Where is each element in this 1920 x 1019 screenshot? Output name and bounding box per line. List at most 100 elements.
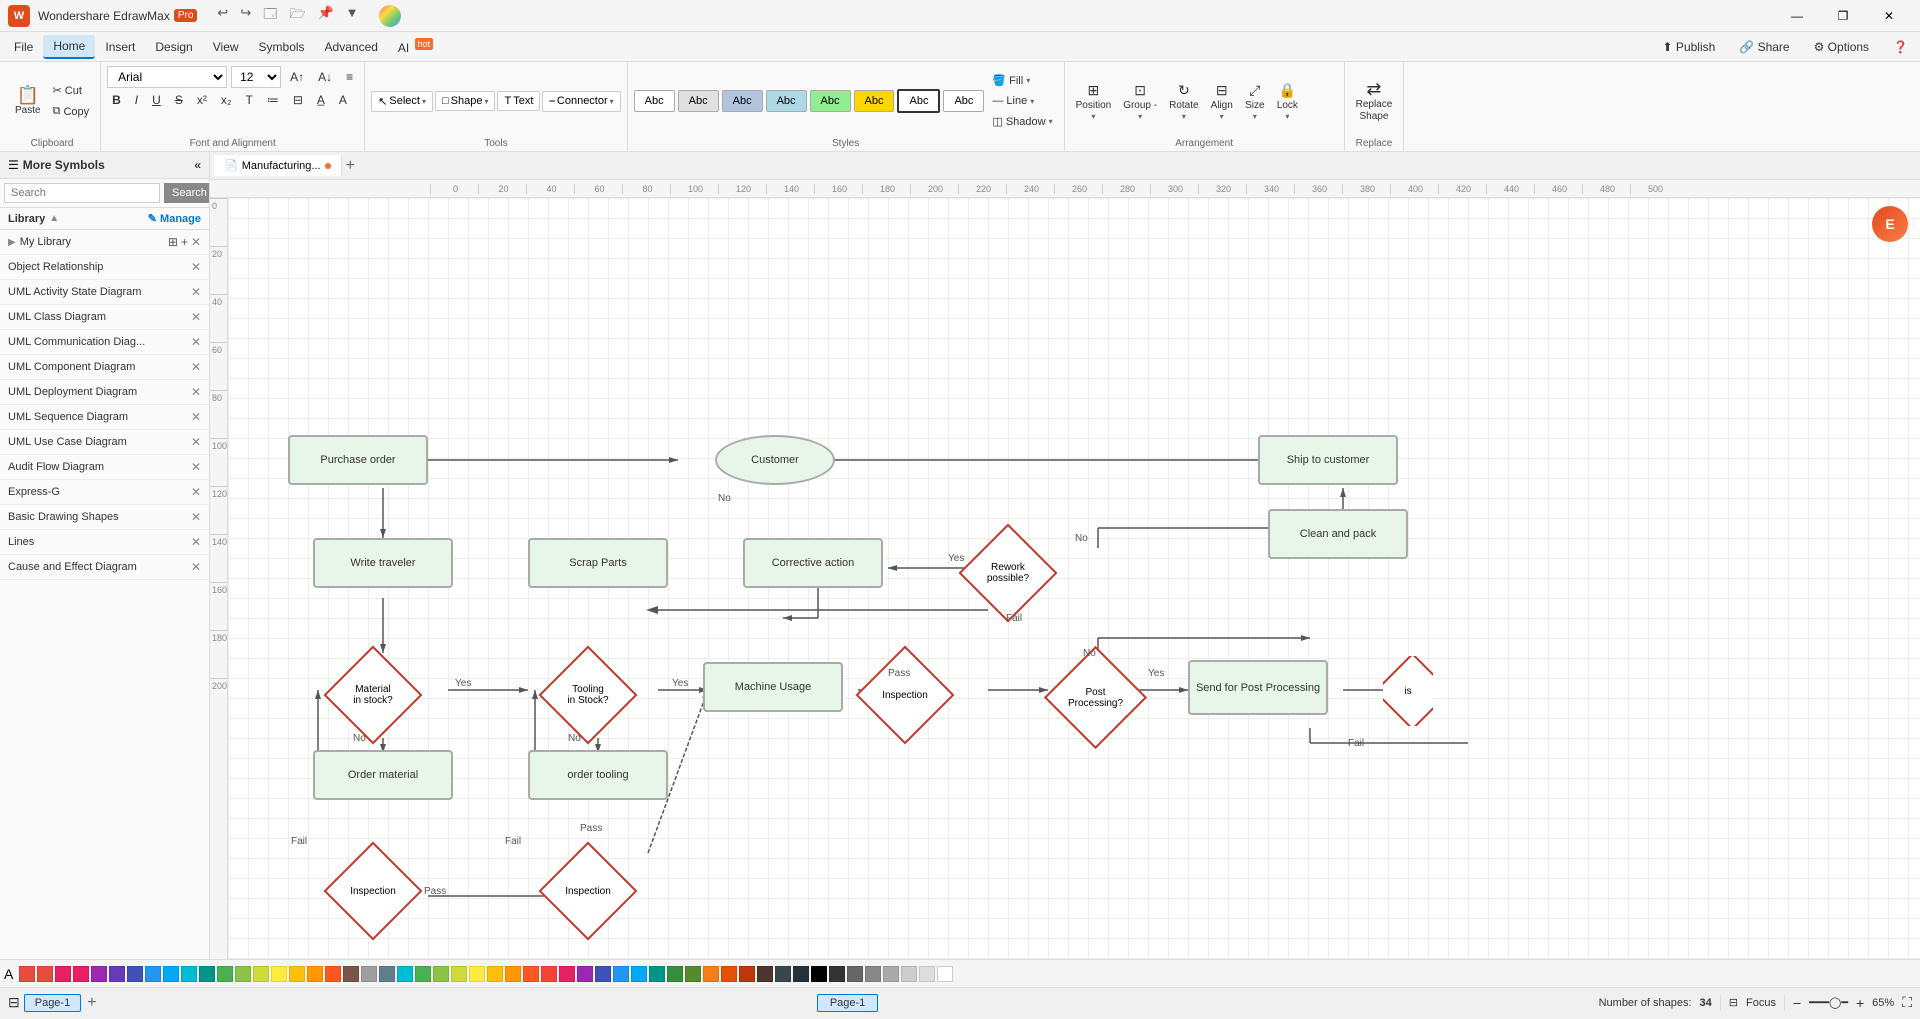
options-btn[interactable]: ⚙ Options bbox=[1806, 38, 1877, 56]
shape-post-processing[interactable]: PostProcessing? bbox=[1048, 650, 1143, 745]
shape-customer[interactable]: Customer bbox=[715, 435, 835, 485]
copy-btn[interactable]: ⧉Copy bbox=[48, 102, 95, 121]
color-verylightgrey[interactable] bbox=[919, 966, 935, 982]
close-uml-sequence[interactable]: ✕ bbox=[191, 410, 201, 424]
view-icon[interactable]: ⊟ bbox=[8, 994, 20, 1011]
color-blue1[interactable] bbox=[145, 966, 161, 982]
sidebar-item-object-relationship[interactable]: Object Relationship ✕ bbox=[0, 255, 209, 280]
close-uml-component[interactable]: ✕ bbox=[191, 360, 201, 374]
new-tab-btn[interactable]: + bbox=[346, 157, 355, 175]
color-deeporange1[interactable] bbox=[325, 966, 341, 982]
align-arrange-btn[interactable]: ⊟ Align ▾ bbox=[1206, 79, 1238, 124]
color-darkgrey1[interactable] bbox=[829, 966, 845, 982]
shape-inspection-tooling[interactable]: Inspection bbox=[543, 846, 633, 936]
sidebar-item-uml-deployment[interactable]: UML Deployment Diagram ✕ bbox=[0, 380, 209, 405]
color-grey1[interactable] bbox=[361, 966, 377, 982]
color-darkbluegrey[interactable] bbox=[775, 966, 791, 982]
color-indigo2[interactable] bbox=[595, 966, 611, 982]
color-yellow2[interactable] bbox=[469, 966, 485, 982]
sidebar-item-uml-activity[interactable]: UML Activity State Diagram ✕ bbox=[0, 280, 209, 305]
align-btn[interactable]: ≡ bbox=[341, 68, 358, 86]
sidebar-item-express-g[interactable]: Express-G ✕ bbox=[0, 480, 209, 505]
rotate-btn[interactable]: ↻ Rotate ▾ bbox=[1164, 79, 1203, 124]
line-btn[interactable]: — Line▾ bbox=[987, 92, 1057, 110]
help-btn[interactable]: ❓ bbox=[1885, 38, 1916, 56]
close-cause-effect[interactable]: ✕ bbox=[191, 560, 201, 574]
fill-btn[interactable]: 🪣 Fill▾ bbox=[987, 71, 1057, 90]
close-lines[interactable]: ✕ bbox=[191, 535, 201, 549]
add-lib-plus[interactable]: + bbox=[181, 235, 188, 249]
style-abc2[interactable]: Abc bbox=[678, 90, 719, 112]
save-btn[interactable]: 🗔 bbox=[259, 3, 281, 29]
sidebar-item-uml-component[interactable]: UML Component Diagram ✕ bbox=[0, 355, 209, 380]
shape-send-post-processing[interactable]: Send for Post Processing bbox=[1188, 660, 1328, 715]
fullscreen-btn[interactable]: ⛶ bbox=[1902, 994, 1912, 1011]
color-green2[interactable] bbox=[415, 966, 431, 982]
add-lib-icon[interactable]: ⊞ bbox=[168, 235, 178, 249]
close-uml-usecase[interactable]: ✕ bbox=[191, 435, 201, 449]
color-orange2[interactable] bbox=[505, 966, 521, 982]
color-lightgrey1[interactable] bbox=[883, 966, 899, 982]
font-highlight-btn[interactable]: A̲ bbox=[312, 91, 330, 109]
style-abc5[interactable]: Abc bbox=[810, 90, 851, 112]
color-pink2[interactable] bbox=[73, 966, 89, 982]
close-audit-flow[interactable]: ✕ bbox=[191, 460, 201, 474]
sidebar-item-uml-class[interactable]: UML Class Diagram ✕ bbox=[0, 305, 209, 330]
style-abc6[interactable]: Abc bbox=[854, 90, 895, 112]
color-white[interactable] bbox=[937, 966, 953, 982]
subscript-btn[interactable]: x₂ bbox=[216, 91, 237, 109]
italic-btn[interactable]: I bbox=[130, 91, 143, 109]
sidebar-item-audit-flow[interactable]: Audit Flow Diagram ✕ bbox=[0, 455, 209, 480]
zoom-slider[interactable]: ━━━◯━ bbox=[1809, 996, 1848, 1009]
superscript-btn[interactable]: x² bbox=[192, 91, 212, 109]
color-lightgreen2[interactable] bbox=[433, 966, 449, 982]
manufacturing-tab[interactable]: 📄 Manufacturing... bbox=[214, 155, 342, 176]
add-page-btn[interactable]: + bbox=[87, 994, 96, 1012]
color-darkorange2[interactable] bbox=[739, 966, 755, 982]
style-abc4[interactable]: Abc bbox=[766, 90, 807, 112]
color-lightgrey2[interactable] bbox=[901, 966, 917, 982]
menu-home[interactable]: Home bbox=[43, 35, 95, 59]
bold-btn[interactable]: B bbox=[107, 91, 126, 109]
menu-ai[interactable]: AI hot bbox=[388, 35, 443, 59]
paste-btn[interactable]: 📋 Paste bbox=[10, 83, 46, 119]
search-input[interactable] bbox=[4, 183, 160, 203]
menu-insert[interactable]: Insert bbox=[95, 36, 145, 58]
fit-icon[interactable]: ⊟ bbox=[1729, 996, 1738, 1009]
color-pink1[interactable] bbox=[55, 966, 71, 982]
color-teal1[interactable] bbox=[199, 966, 215, 982]
share-btn[interactable]: 🔗 Share bbox=[1731, 38, 1797, 56]
maximize-btn[interactable]: ❐ bbox=[1820, 0, 1866, 32]
decrease-font-btn[interactable]: A↓ bbox=[313, 68, 337, 86]
color-darkbrown[interactable] bbox=[757, 966, 773, 982]
sidebar-item-cause-effect[interactable]: Cause and Effect Diagram ✕ bbox=[0, 555, 209, 580]
color-amber2[interactable] bbox=[487, 966, 503, 982]
close-uml-deployment[interactable]: ✕ bbox=[191, 385, 201, 399]
color-red3[interactable] bbox=[541, 966, 557, 982]
group-btn[interactable]: ⊡ Group - ▾ bbox=[1118, 79, 1162, 124]
style-abc8[interactable]: Abc bbox=[943, 90, 984, 112]
color-darkorange1[interactable] bbox=[721, 966, 737, 982]
menu-file[interactable]: File bbox=[4, 36, 43, 58]
publish-btn[interactable]: ⬆ Publish bbox=[1655, 38, 1724, 56]
shape-material-in-stock[interactable]: Materialin stock? bbox=[328, 650, 418, 740]
cut-btn[interactable]: ✂Cut bbox=[48, 81, 95, 100]
style-abc7[interactable]: Abc bbox=[897, 89, 940, 113]
manage-link[interactable]: ✎ Manage bbox=[148, 212, 201, 225]
menu-advanced[interactable]: Advanced bbox=[315, 36, 388, 58]
zoom-out-btn[interactable]: − bbox=[1793, 995, 1801, 1011]
shape-tooling-in-stock[interactable]: Toolingin Stock? bbox=[543, 650, 633, 740]
sidebar-item-uml-usecase[interactable]: UML Use Case Diagram ✕ bbox=[0, 430, 209, 455]
shape-inspection-main[interactable]: Inspection bbox=[860, 650, 950, 740]
shape-ship-to-customer[interactable]: Ship to customer bbox=[1258, 435, 1398, 485]
text-btn[interactable]: T Text bbox=[497, 91, 540, 111]
strikethrough-btn[interactable]: S bbox=[170, 91, 188, 109]
open-btn[interactable]: 🗁 bbox=[285, 3, 309, 29]
bullet-btn[interactable]: ≔ bbox=[262, 91, 284, 109]
color-green1[interactable] bbox=[217, 966, 233, 982]
close-uml-class[interactable]: ✕ bbox=[191, 310, 201, 324]
shape-corrective-action[interactable]: Corrective action bbox=[743, 538, 883, 588]
color-lightblue2[interactable] bbox=[631, 966, 647, 982]
close-btn[interactable]: ✕ bbox=[1866, 0, 1912, 32]
color-brown1[interactable] bbox=[343, 966, 359, 982]
